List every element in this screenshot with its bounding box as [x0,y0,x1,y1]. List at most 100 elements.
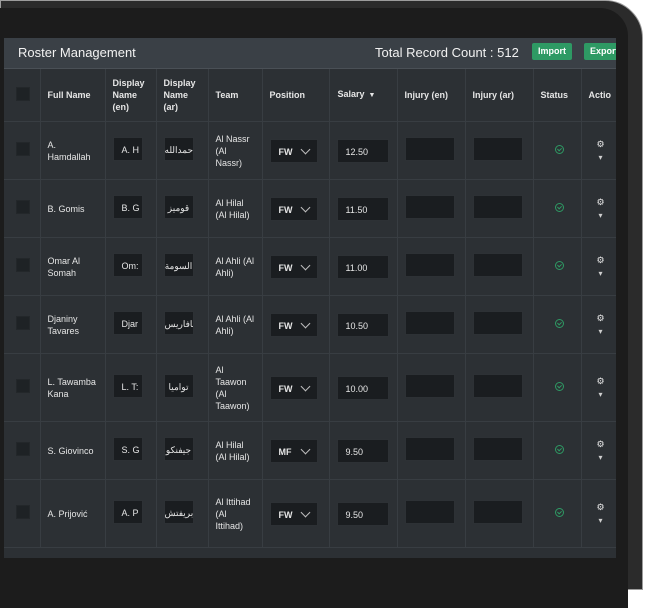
header-team[interactable]: Team [208,69,263,122]
row-checkbox[interactable] [16,379,30,393]
header-position[interactable]: Position [262,69,330,122]
injury-en-input[interactable] [404,253,455,277]
position-value: FW [278,204,293,215]
select-all-header [4,69,41,122]
check-circle-icon[interactable] [554,260,564,270]
full-name-cell: Omar Al Somah [40,237,106,296]
caret-down-icon[interactable]: ▼ [369,90,376,102]
display-name-ar-input[interactable]: تافاريس [163,311,194,335]
table-row: B. Gomis B. G قوميز Al Hilal (Al Hilal) … [4,179,617,238]
caret-down-icon[interactable]: ▾ [599,390,617,400]
header-salary[interactable]: Salary ▼ [329,69,398,122]
table-row: A. Prijović A. P بريفتش Al Ittihad (Al I… [4,479,617,548]
display-name-ar-input[interactable]: حمدالله [163,137,194,161]
injury-ar-input[interactable] [472,500,523,524]
cogs-icon[interactable]: ⚙ [597,439,617,449]
check-circle-icon[interactable] [554,318,564,328]
display-name-en-input[interactable]: B. G [112,195,143,219]
caret-down-icon[interactable]: ▾ [599,327,617,337]
salary-input[interactable]: 11.50 [336,196,389,221]
row-checkbox[interactable] [16,200,30,214]
injury-en-input[interactable] [404,437,455,461]
row-checkbox[interactable] [16,142,30,156]
display-name-en-input[interactable]: L. T: [112,374,143,398]
check-circle-icon[interactable] [554,144,564,154]
cogs-icon[interactable]: ⚙ [597,502,617,512]
injury-en-input[interactable] [404,195,455,219]
display-name-ar-input[interactable]: تواميا [163,374,194,398]
header-display-name-ar[interactable]: Display Name (ar) [156,69,209,122]
injury-en-input[interactable] [404,311,455,335]
chevron-down-icon [300,202,310,212]
salary-input[interactable]: 11.00 [336,254,389,279]
position-select[interactable]: FW [269,312,318,337]
position-select[interactable]: FW [269,138,318,163]
cogs-icon[interactable]: ⚙ [597,139,617,149]
header-injury-ar[interactable]: Injury (ar) [465,69,534,122]
display-name-ar-input[interactable]: جيفنكو [163,437,194,461]
position-select[interactable]: FW [269,196,318,221]
salary-input[interactable]: 10.50 [336,312,389,337]
position-select[interactable]: FW [269,375,318,400]
cogs-icon[interactable]: ⚙ [597,197,617,207]
table-row: Omar Al Somah Om: السومة Al Ahli (Al Ahl… [4,237,617,296]
display-name-en-input[interactable]: A. P [112,500,143,524]
display-name-ar-input[interactable]: بريفتش [163,500,194,524]
display-name-ar-input[interactable]: السومة [163,253,194,277]
check-circle-icon[interactable] [554,202,564,212]
cogs-icon[interactable]: ⚙ [597,313,617,323]
position-select[interactable]: MF [269,438,318,463]
full-name-cell: Djaniny Tavares [40,295,106,354]
check-circle-icon[interactable] [554,381,564,391]
display-name-en-input[interactable]: Om: [112,253,143,277]
check-circle-icon[interactable] [554,444,564,454]
row-checkbox[interactable] [16,505,30,519]
position-select[interactable]: FW [269,501,318,526]
position-value: FW [278,320,293,331]
export-button[interactable]: Export [584,43,616,60]
position-value: FW [278,146,293,157]
import-button[interactable]: Import [532,43,572,60]
salary-input[interactable]: 12.50 [336,138,389,163]
header-status[interactable]: Status [533,69,582,122]
row-checkbox[interactable] [16,258,30,272]
injury-ar-input[interactable] [472,311,523,335]
injury-en-input[interactable] [404,374,455,398]
caret-down-icon[interactable]: ▾ [599,516,617,526]
roster-table: Full Name Display Name (en) Display Name… [4,69,616,548]
display-name-ar-input[interactable]: قوميز [163,195,194,219]
row-checkbox[interactable] [16,316,30,330]
position-select[interactable]: FW [269,254,318,279]
display-name-en-input[interactable]: Djar [112,311,143,335]
header-full-name[interactable]: Full Name [40,69,106,122]
display-name-en-input[interactable]: A. H [112,137,143,161]
injury-ar-input[interactable] [472,437,523,461]
chevron-down-icon [300,444,310,454]
team-cell: Al Taawon (Al Taawon) [208,353,263,422]
check-circle-icon[interactable] [554,507,564,517]
caret-down-icon[interactable]: ▾ [599,269,617,279]
injury-ar-input[interactable] [472,253,523,277]
caret-down-icon[interactable]: ▾ [599,153,617,163]
salary-input[interactable]: 9.50 [336,501,389,526]
header-display-name-en[interactable]: Display Name (en) [105,69,157,122]
app-screen: Roster Management Total Record Count : 5… [4,38,616,558]
team-cell: Al Ahli (Al Ahli) [208,295,263,354]
injury-en-input[interactable] [404,137,455,161]
salary-input[interactable]: 9.50 [336,438,389,463]
cogs-icon[interactable]: ⚙ [597,255,617,265]
cogs-icon[interactable]: ⚙ [597,376,617,386]
caret-down-icon[interactable]: ▾ [599,453,617,463]
display-name-en-input[interactable]: S. G [112,437,143,461]
injury-en-input[interactable] [404,500,455,524]
select-all-checkbox[interactable] [16,86,30,101]
injury-ar-input[interactable] [472,374,523,398]
chevron-down-icon [300,260,310,270]
injury-ar-input[interactable] [472,195,523,219]
caret-down-icon[interactable]: ▾ [599,211,617,221]
row-checkbox[interactable] [16,442,30,456]
injury-ar-input[interactable] [472,137,523,161]
salary-input[interactable]: 10.00 [336,375,389,400]
header-injury-en[interactable]: Injury (en) [397,69,466,122]
full-name-cell: B. Gomis [40,179,106,238]
